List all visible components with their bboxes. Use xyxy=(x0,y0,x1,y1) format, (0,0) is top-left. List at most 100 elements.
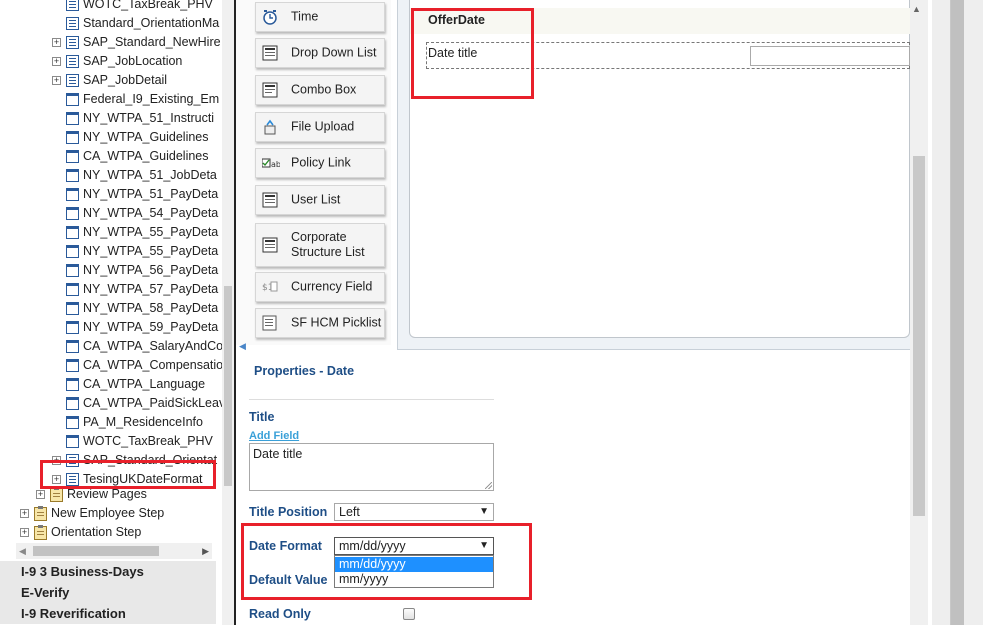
form-document-icon xyxy=(66,169,79,183)
form-document-icon xyxy=(66,378,79,392)
properties-separator xyxy=(249,399,494,400)
tree-item-label: NY_WTPA_55_PayDeta xyxy=(83,225,219,239)
accordion-i9-business-days[interactable]: I-9 3 Business-Days xyxy=(0,561,216,582)
resize-grip-icon[interactable] xyxy=(485,482,492,489)
palette-item-label: User List xyxy=(291,192,341,207)
palette-item[interactable]: SF HCM Picklist xyxy=(255,308,385,338)
tree-item[interactable]: CA_WTPA_Guidelines xyxy=(52,147,209,166)
tree-item[interactable]: CA_WTPA_SalaryAndCo xyxy=(52,337,222,356)
form-document-icon xyxy=(66,74,79,88)
tree-item-orientation-step[interactable]: + Orientation Step xyxy=(20,523,141,542)
palette-item[interactable]: File Upload xyxy=(255,112,385,142)
tree-item[interactable]: Standard_OrientationMa xyxy=(52,14,219,33)
expand-icon[interactable]: + xyxy=(36,490,45,500)
form-document-icon xyxy=(66,416,79,430)
tree-item[interactable]: Federal_I9_Existing_Em xyxy=(52,90,219,109)
collapse-palette-icon[interactable]: ◀ xyxy=(239,341,246,352)
tree-item-label: NY_WTPA_55_PayDeta xyxy=(83,244,219,258)
tree-item-label: CA_WTPA_Compensatio xyxy=(83,358,222,372)
tree-item[interactable]: + SAP_JobDetail xyxy=(52,71,167,90)
tree-item[interactable]: NY_WTPA_Guidelines xyxy=(52,128,209,147)
scroll-left-icon[interactable]: ◀ xyxy=(19,546,26,557)
form-document-icon xyxy=(66,340,79,354)
tree-item[interactable]: NY_WTPA_59_PayDeta xyxy=(52,318,218,337)
palette-item-label: SF HCM Picklist xyxy=(291,315,382,330)
clipboard-icon xyxy=(34,505,47,521)
expand-icon[interactable]: + xyxy=(20,509,29,519)
tree-item[interactable]: PA_M_ResidenceInfo xyxy=(52,413,203,432)
palette-item[interactable]: Combo Box xyxy=(255,75,385,105)
tree-item[interactable]: CA_WTPA_PaidSickLeav xyxy=(52,394,222,413)
form-document-icon xyxy=(66,302,79,316)
tree-item[interactable]: NY_WTPA_51_Instructi xyxy=(52,109,214,128)
scroll-up-icon[interactable]: ▲ xyxy=(912,4,921,14)
clipboard-icon xyxy=(50,486,63,502)
read-only-checkbox[interactable] xyxy=(403,608,415,620)
user-list-icon xyxy=(262,192,278,208)
form-document-icon xyxy=(66,17,79,31)
form-document-icon xyxy=(66,55,79,69)
tree-item[interactable]: + SAP_Standard_NewHire xyxy=(52,33,221,52)
title-textarea[interactable]: Date title xyxy=(249,443,494,491)
form-document-icon xyxy=(66,435,79,449)
scroll-right-icon[interactable]: ▶ xyxy=(202,546,209,557)
tree-item-label: NY_WTPA_59_PayDeta xyxy=(83,320,219,334)
palette-item[interactable]: User List xyxy=(255,185,385,215)
tree-item[interactable]: WOTC_TaxBreak_PHV xyxy=(52,0,213,14)
tree-item[interactable]: + SAP_JobLocation xyxy=(52,52,182,71)
title-position-select[interactable]: Left ▼ xyxy=(334,503,494,521)
palette-item[interactable]: Drop Down List xyxy=(255,38,385,68)
tree-item-label: CA_WTPA_Language xyxy=(83,377,206,391)
tree-item[interactable]: NY_WTPA_55_PayDeta xyxy=(52,242,218,261)
tree-item[interactable]: WOTC_TaxBreak_PHV xyxy=(52,432,213,451)
tree-item-label: SAP_Standard_NewHire xyxy=(83,35,221,49)
palette-item-label: File Upload xyxy=(291,119,355,134)
scrollbar-thumb[interactable] xyxy=(913,156,925,516)
tree-item-new-employee-step[interactable]: + New Employee Step xyxy=(20,504,164,523)
tree-item-label: Federal_I9_Existing_Em xyxy=(83,92,220,106)
tree-item-label: New Employee Step xyxy=(51,506,165,520)
tree-item[interactable]: NY_WTPA_51_PayDeta xyxy=(52,185,218,204)
palette-item[interactable]: $1 Currency Field xyxy=(255,272,385,302)
tree-item-label: PA_M_ResidenceInfo xyxy=(83,415,203,429)
accordion-e-verify[interactable]: E-Verify xyxy=(0,582,216,603)
expand-icon[interactable]: + xyxy=(20,528,29,538)
tree-item[interactable]: NY_WTPA_57_PayDeta xyxy=(52,280,218,299)
form-document-icon xyxy=(66,359,79,373)
title-position-label: Title Position xyxy=(249,505,328,519)
add-field-link[interactable]: Add Field xyxy=(249,430,299,442)
date-field-input[interactable] xyxy=(750,46,910,66)
expand-icon[interactable]: + xyxy=(52,38,61,48)
form-document-icon xyxy=(66,131,79,145)
tree-item-label: NY_WTPA_51_PayDeta xyxy=(83,187,219,201)
expand-icon[interactable]: + xyxy=(52,76,61,86)
form-document-icon xyxy=(66,207,79,221)
form-document-icon xyxy=(66,397,79,411)
tree-item[interactable]: CA_WTPA_Language xyxy=(52,375,205,394)
tree-item-label: NY_WTPA_Guidelines xyxy=(83,130,209,144)
tree-item[interactable]: NY_WTPA_55_PayDeta xyxy=(52,223,218,242)
tree-item[interactable]: NY_WTPA_56_PayDeta xyxy=(52,261,218,280)
scrollbar-thumb[interactable] xyxy=(33,546,159,556)
page-scrollbar-thumb[interactable] xyxy=(951,0,964,625)
palette-item[interactable]: Time xyxy=(255,2,385,32)
palette-item[interactable]: ab Policy Link xyxy=(255,148,385,178)
read-only-label: Read Only xyxy=(249,607,311,621)
tree-item-label: Review Pages xyxy=(67,487,147,501)
scrollbar-thumb[interactable] xyxy=(224,286,232,486)
palette-item[interactable]: Corporate Structure List xyxy=(255,223,385,267)
left-vertical-scrollbar[interactable] xyxy=(222,0,234,625)
tree-item-label: NY_WTPA_56_PayDeta xyxy=(83,263,219,277)
tree-item-label: CA_WTPA_SalaryAndCo xyxy=(83,339,222,353)
tree-item[interactable]: NY_WTPA_58_PayDeta xyxy=(52,299,218,318)
tree-item[interactable]: CA_WTPA_Compensatio xyxy=(52,356,222,375)
canvas-vertical-scrollbar[interactable] xyxy=(910,0,928,625)
form-document-icon xyxy=(66,321,79,335)
accordion-i9-reverification[interactable]: I-9 Reverification xyxy=(0,603,216,624)
form-document-icon xyxy=(66,36,79,50)
tree-item[interactable]: NY_WTPA_51_JobDeta xyxy=(52,166,217,185)
tree-horizontal-scrollbar[interactable]: ◀ ▶ xyxy=(16,543,212,559)
form-document-icon xyxy=(66,93,79,107)
expand-icon[interactable]: + xyxy=(52,57,61,67)
tree-item[interactable]: NY_WTPA_54_PayDeta xyxy=(52,204,218,223)
